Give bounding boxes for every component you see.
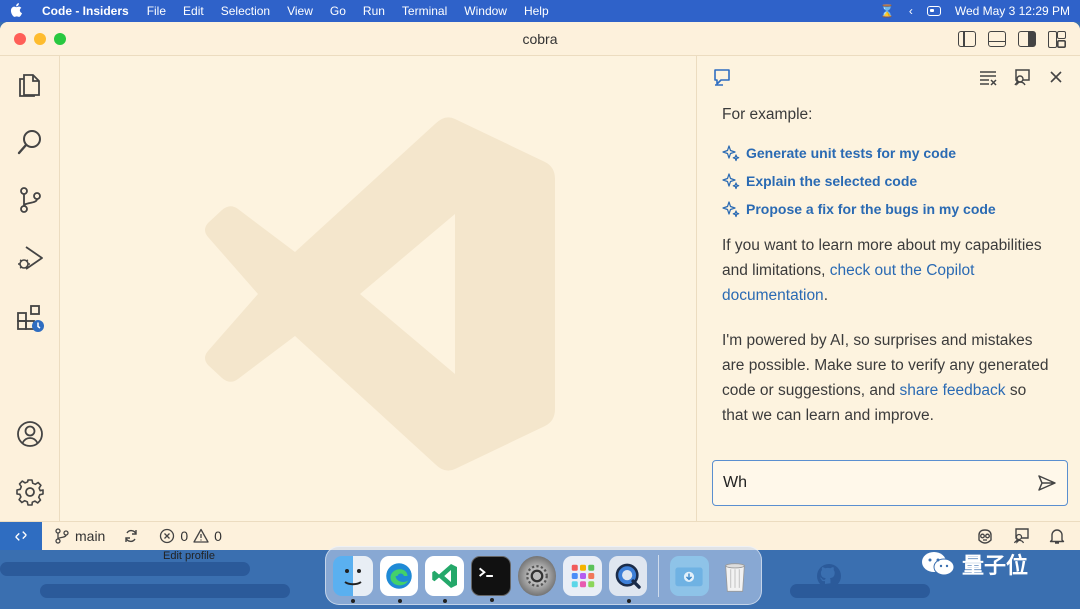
menu-go[interactable]: Go <box>330 4 346 18</box>
close-window-button[interactable] <box>14 32 26 45</box>
error-count: 0 <box>180 528 189 544</box>
menu-help[interactable]: Help <box>524 4 549 18</box>
chat-editor-icon[interactable] <box>1012 67 1032 87</box>
vscode-insiders-app-icon[interactable] <box>425 555 464 603</box>
run-debug-icon[interactable] <box>14 242 46 274</box>
example-heading: For example: <box>722 106 813 123</box>
window-title: cobra <box>522 30 558 47</box>
extensions-icon[interactable] <box>14 302 46 334</box>
branch-name: main <box>75 528 106 544</box>
trash-icon[interactable] <box>716 556 754 596</box>
search-icon[interactable] <box>14 126 46 158</box>
toggle-secondary-sidebar-icon[interactable] <box>1018 30 1036 47</box>
system-settings-app-icon[interactable] <box>517 555 557 596</box>
settings-gear-icon[interactable] <box>14 476 46 508</box>
chat-welcome-message: For example: Generate unit tests for my … <box>698 98 1080 428</box>
error-icon <box>160 528 175 544</box>
zoom-window-button[interactable] <box>54 32 66 45</box>
copilot-icon[interactable] <box>976 527 994 545</box>
hourglass-icon[interactable]: ⌛ <box>880 4 895 18</box>
account-icon[interactable] <box>14 418 46 450</box>
toggle-primary-sidebar-icon[interactable] <box>958 30 976 47</box>
git-branch-icon <box>55 528 69 544</box>
sync-status[interactable] <box>123 528 139 544</box>
downloads-folder-icon[interactable] <box>670 555 709 596</box>
ai-disclaimer-paragraph: I'm powered by AI, so surprises and mist… <box>722 328 1056 428</box>
wechat-logo-icon <box>922 552 955 576</box>
apple-icon[interactable] <box>10 2 24 20</box>
warning-icon <box>193 528 209 543</box>
vscode-logo-watermark-icon <box>205 117 555 471</box>
suggestion-label[interactable]: Generate unit tests for my code <box>746 141 956 166</box>
chevron-left-icon[interactable]: ‹ <box>909 4 913 18</box>
chat-feedback-icon[interactable] <box>1012 527 1030 545</box>
menu-view[interactable]: View <box>287 4 313 18</box>
quicktime-app-icon[interactable] <box>608 555 648 603</box>
menu-edit[interactable]: Edit <box>183 4 204 18</box>
sparkle-icon <box>722 173 740 190</box>
activity-bar <box>0 56 60 521</box>
suggestion-label[interactable]: Propose a fix for the bugs in my code <box>746 197 996 222</box>
macos-dock <box>325 546 762 605</box>
chat-input[interactable] <box>723 474 1037 492</box>
launchpad-app-icon[interactable] <box>563 555 602 596</box>
vscode-window: cobra For example: Generate unit tests f… <box>0 22 1080 550</box>
suggestion-propose-fix[interactable]: Propose a fix for the bugs in my code <box>722 195 1056 223</box>
chat-header <box>698 56 1080 98</box>
toggle-panel-icon[interactable] <box>988 30 1006 47</box>
menu-run[interactable]: Run <box>363 4 385 18</box>
explorer-icon[interactable] <box>14 68 46 100</box>
menu-file[interactable]: File <box>147 4 166 18</box>
share-feedback-link[interactable]: share feedback <box>900 382 1006 399</box>
dock-separator <box>658 554 660 597</box>
desktop-wallpaper-stripe <box>40 584 290 598</box>
watermark-text: 量子位 <box>962 553 1029 578</box>
suggestion-explain-code[interactable]: Explain the selected code <box>722 167 1056 195</box>
minimize-window-button[interactable] <box>34 32 46 45</box>
learn-more-end: . <box>823 287 828 304</box>
editor-area[interactable] <box>60 56 697 521</box>
desktop-wallpaper-stripe <box>790 584 930 598</box>
macos-menubar: Code - Insiders File Edit Selection View… <box>0 0 1080 22</box>
menu-app-name[interactable]: Code - Insiders <box>42 4 129 18</box>
sparkle-icon <box>722 201 740 218</box>
desktop-wallpaper-stripe <box>0 562 250 576</box>
control-center-icon[interactable] <box>926 6 941 16</box>
remote-icon <box>15 531 27 541</box>
menu-selection[interactable]: Selection <box>221 4 270 18</box>
warning-count: 0 <box>214 528 222 544</box>
menubar-datetime[interactable]: Wed May 3 12:29 PM <box>955 4 1070 18</box>
sparkle-icon <box>722 145 740 162</box>
problems-status[interactable]: 0 0 <box>159 528 222 544</box>
source-control-icon[interactable] <box>14 184 46 216</box>
remote-indicator[interactable] <box>0 521 42 550</box>
suggestion-generate-tests[interactable]: Generate unit tests for my code <box>722 139 1056 167</box>
learn-more-paragraph: If you want to learn more about my capab… <box>722 233 1056 308</box>
menu-terminal[interactable]: Terminal <box>402 4 447 18</box>
menu-window[interactable]: Window <box>464 4 507 18</box>
edge-app-icon[interactable] <box>380 555 419 603</box>
chat-tab-icon[interactable] <box>712 67 732 87</box>
edit-profile-label[interactable]: Edit profile <box>163 550 215 562</box>
customize-layout-icon[interactable] <box>1048 30 1066 48</box>
clear-chat-icon[interactable] <box>978 67 998 87</box>
send-icon[interactable] <box>1037 473 1057 493</box>
sync-icon <box>125 529 138 543</box>
notifications-bell-icon[interactable] <box>1048 527 1066 545</box>
github-logo-icon <box>817 564 841 588</box>
finder-app-icon[interactable] <box>333 555 373 603</box>
title-bar: cobra <box>0 22 1080 56</box>
chat-input-box[interactable] <box>712 460 1068 506</box>
watermark-brand: 量子位 <box>920 548 1028 580</box>
copilot-chat-panel: For example: Generate unit tests for my … <box>698 56 1080 521</box>
close-icon[interactable] <box>1046 67 1066 87</box>
terminal-app-icon[interactable] <box>470 555 511 602</box>
suggestion-label[interactable]: Explain the selected code <box>746 169 917 194</box>
branch-status[interactable]: main <box>54 528 105 544</box>
